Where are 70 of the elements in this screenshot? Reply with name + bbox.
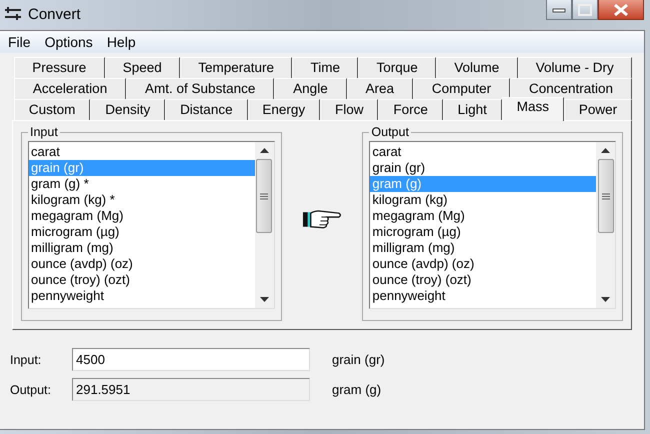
- list-box[interactable]: carat grain (gr) gram (g) * kilogram (kg) * megagram (Mg) microgram (µg) milligram (mg) ounce (avdp) (oz) ounce (troy) (ozt) pennyweight: [28, 141, 275, 309]
- scroll-thumb[interactable]: [256, 159, 272, 233]
- maximize-icon: [578, 4, 592, 16]
- tab[interactable]: Flow: [320, 99, 378, 120]
- tab[interactable]: Force: [378, 99, 443, 120]
- tab[interactable]: Time: [292, 57, 358, 78]
- tab[interactable]: Concentration: [510, 78, 632, 99]
- tab[interactable]: Power: [564, 99, 632, 120]
- unit-label: gram (g): [332, 382, 382, 397]
- maximize-button[interactable]: [572, 0, 598, 20]
- tab[interactable]: Pressure: [14, 57, 104, 78]
- list-item[interactable]: carat: [29, 144, 255, 160]
- sliders-icon: [4, 6, 22, 22]
- tab[interactable]: Area: [346, 78, 413, 99]
- list-item[interactable]: milligram (mg): [370, 240, 596, 256]
- window-title: Convert: [28, 6, 81, 22]
- scroll-up-icon[interactable]: [601, 148, 610, 153]
- list-box[interactable]: carat grain (gr) gram (g) kilogram (kg) megagram (Mg) microgram (µg) milligram (mg) ounce (avdp) (oz) ounce (troy) (ozt) pennyweight: [369, 141, 616, 309]
- scroll-down-icon[interactable]: [260, 297, 269, 302]
- list-item[interactable]: megagram (Mg): [370, 208, 596, 224]
- list-item[interactable]: ounce (troy) (ozt): [29, 272, 255, 288]
- list-item[interactable]: carat: [370, 144, 596, 160]
- scrollbar[interactable]: [596, 142, 615, 308]
- scroll-down-icon[interactable]: [601, 297, 610, 302]
- input-field[interactable]: 4500: [72, 348, 310, 371]
- list-item[interactable]: pennyweight: [29, 288, 255, 304]
- list-item[interactable]: microgram (µg): [370, 224, 596, 240]
- minimize-icon: [552, 6, 566, 12]
- list-item[interactable]: megagram (Mg): [29, 208, 255, 224]
- list-item[interactable]: milligram (mg): [29, 240, 255, 256]
- minimize-button[interactable]: [546, 0, 572, 20]
- tab[interactable]: Custom: [14, 99, 90, 120]
- scroll-up-icon[interactable]: [260, 148, 269, 153]
- list-item[interactable]: kilogram (kg): [370, 192, 596, 208]
- group-title: Input: [29, 125, 59, 139]
- pointing-hand-icon: [302, 208, 342, 230]
- field-label: Input:: [10, 352, 42, 366]
- tab[interactable]: Energy: [248, 99, 320, 120]
- tab[interactable]: Mass: [502, 97, 564, 121]
- list-item[interactable]: grain (gr): [370, 160, 596, 176]
- close-icon: [613, 2, 629, 16]
- tab[interactable]: Angle: [274, 78, 347, 99]
- scrollbar[interactable]: [254, 142, 274, 308]
- tab[interactable]: Speed: [104, 57, 180, 78]
- tab[interactable]: Torque: [358, 57, 436, 78]
- output-field[interactable]: 291.5951: [72, 378, 310, 401]
- scroll-thumb[interactable]: [598, 159, 614, 233]
- list-item[interactable]: ounce (troy) (ozt): [370, 272, 596, 288]
- list-item[interactable]: ounce (avdp) (oz): [29, 256, 255, 272]
- tab[interactable]: Density: [90, 99, 166, 120]
- menu-item[interactable]: Options: [44, 34, 93, 50]
- menu-item[interactable]: File: [8, 34, 31, 50]
- close-button[interactable]: [598, 0, 644, 20]
- list-item[interactable]: pennyweight: [370, 288, 596, 304]
- tab[interactable]: Distance: [165, 99, 248, 120]
- tab[interactable]: Computer: [412, 78, 510, 99]
- tab[interactable]: Volume - Dry: [518, 57, 632, 78]
- list-item[interactable]: microgram (µg): [29, 224, 255, 240]
- tab[interactable]: Light: [442, 99, 502, 120]
- list-item[interactable]: ounce (avdp) (oz): [370, 256, 596, 272]
- tab[interactable]: Acceleration: [14, 78, 126, 99]
- tab[interactable]: Amt. of Substance: [126, 78, 274, 99]
- list-item[interactable]: kilogram (kg) *: [29, 192, 255, 208]
- tab[interactable]: Temperature: [180, 57, 292, 78]
- unit-label: grain (gr): [332, 352, 385, 367]
- list-item[interactable]: gram (g) *: [29, 176, 255, 192]
- tab[interactable]: Volume: [436, 57, 518, 78]
- menu-item[interactable]: Help: [106, 34, 136, 50]
- field-label: Output:: [10, 382, 52, 396]
- group-title: Output: [370, 125, 410, 139]
